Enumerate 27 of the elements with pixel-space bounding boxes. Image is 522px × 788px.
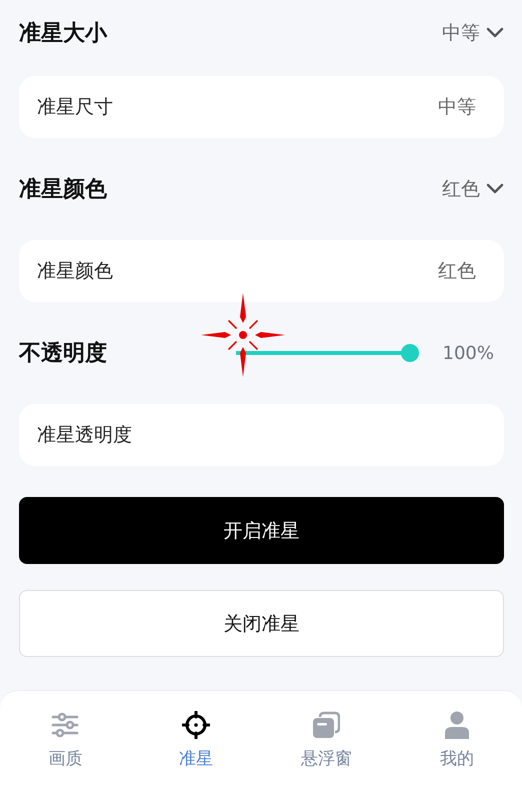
disable-button[interactable]: 关闭准星 (19, 590, 504, 657)
nav-tab[interactable]: 我的 (392, 691, 522, 788)
setting-row[interactable]: 准星尺寸 中等 (19, 76, 504, 138)
chevron-down-icon (486, 27, 504, 39)
person-icon (444, 710, 470, 738)
setting-row[interactable]: 准星透明度 (19, 404, 504, 466)
section-title: 准星颜色 (19, 176, 107, 204)
chevron-down-icon (486, 183, 504, 195)
row-label: 准星颜色 (37, 259, 113, 284)
enable-button[interactable]: 开启准星 (19, 497, 504, 564)
dropdown[interactable]: 中等 (442, 20, 504, 46)
setting-row[interactable]: 准星颜色 红色 (19, 240, 504, 302)
sliders-icon (51, 710, 80, 738)
windows-icon (312, 710, 340, 738)
nav-tab[interactable]: 画质 (0, 691, 130, 788)
nav-tab[interactable]: 准星 (130, 691, 261, 788)
row-label: 准星尺寸 (37, 95, 113, 120)
dropdown[interactable]: 红色 (442, 176, 504, 202)
crosshair-icon (182, 710, 210, 738)
section-title: 不透明度 (19, 340, 107, 368)
opacity-slider[interactable] (236, 344, 419, 362)
opacity-reading: 100% (442, 342, 494, 364)
row-value: 中等 (438, 95, 476, 120)
nav-tab[interactable]: 悬浮窗 (261, 691, 392, 788)
row-value: 红色 (438, 259, 476, 284)
section-title: 准星大小 (19, 20, 107, 48)
row-label: 准星透明度 (37, 423, 132, 448)
